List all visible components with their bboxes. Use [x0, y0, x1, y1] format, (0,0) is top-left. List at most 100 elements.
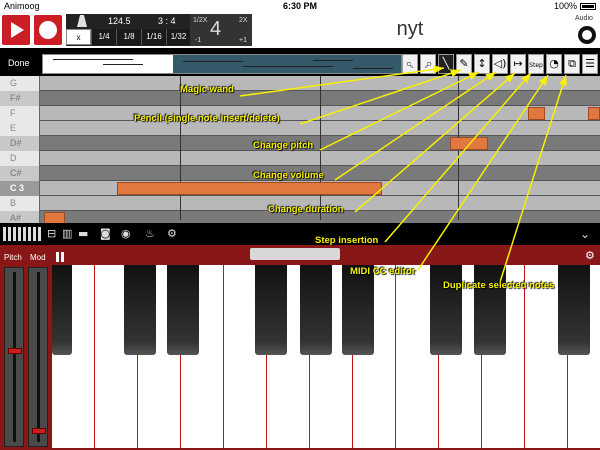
song-title[interactable]: nyt [380, 18, 440, 41]
black-key[interactable] [255, 265, 287, 355]
bar-line [180, 76, 181, 220]
split-icon[interactable]: ⊟ [47, 226, 56, 242]
black-key[interactable] [124, 265, 156, 355]
speed-plus-label[interactable]: +1 [239, 37, 247, 44]
battery-icon [580, 3, 596, 11]
overview-note [53, 59, 133, 60]
grid-button[interactable]: 1/16 [141, 29, 166, 45]
piano-roll-row[interactable]: E [0, 121, 600, 136]
keyboard-layout-icon[interactable] [3, 227, 43, 241]
mod-wheel[interactable] [28, 267, 48, 447]
annotation-label: MIDI CC editor [350, 266, 416, 277]
piano-roll-row[interactable]: F [0, 106, 600, 121]
change-volume-icon[interactable]: ◁) [492, 54, 508, 74]
row-key-label: F# [0, 91, 40, 106]
magic-wand-icon[interactable]: ╲ [438, 54, 454, 74]
grid-button[interactable]: x [66, 29, 91, 45]
grid-button[interactable]: 1/4 [91, 29, 116, 45]
folder-icon[interactable]: ▬ [78, 226, 88, 242]
pitch-wheel-track [13, 272, 16, 442]
change-duration-icon[interactable]: ↦ [510, 54, 526, 74]
keyboard-area: Pitch Mod ⚙ [0, 245, 600, 450]
piano-roll-row[interactable]: D [0, 151, 600, 166]
clock: 6:30 PM [282, 1, 317, 11]
step-insertion-icon[interactable]: Step [528, 54, 544, 74]
annotation-label: Step insertion [315, 235, 379, 246]
black-key[interactable] [342, 265, 374, 355]
annotation-label: Change pitch [253, 140, 314, 151]
midi-note[interactable] [450, 137, 488, 150]
record-loop-icon[interactable]: ◙ [100, 226, 111, 242]
step-insertion-icon-glyph: Step [529, 62, 543, 69]
battery-label: 100% [553, 1, 577, 11]
row-key-label: F [0, 106, 40, 121]
black-key[interactable] [474, 265, 506, 355]
overview-note [183, 61, 243, 62]
piano-keyboard[interactable] [52, 265, 600, 448]
piano-roll-row[interactable]: G [0, 76, 600, 91]
black-key[interactable] [558, 265, 590, 355]
overview-note [353, 68, 393, 69]
keyboard-settings-icon[interactable]: ⚙ [585, 249, 595, 262]
zoom-in-icon-glyph: 🔎︎ [424, 62, 432, 69]
change-pitch-icon[interactable]: ↕ [474, 54, 490, 74]
mod-wheel-thumb[interactable] [32, 428, 46, 434]
audio-toggle[interactable] [578, 26, 596, 44]
mod-wheel-label: Mod [30, 253, 46, 262]
zoom-out-icon-glyph: 🔍︎ [406, 62, 414, 69]
menu-icon[interactable]: ☰ [582, 54, 598, 74]
overview-note [103, 64, 143, 65]
record-button[interactable] [34, 15, 62, 45]
row-key-label: D [0, 151, 40, 166]
zoom-in-icon[interactable]: 🔎︎ [420, 54, 436, 74]
row-key-label: E [0, 121, 40, 136]
keyboard-scroll-handle[interactable] [250, 248, 340, 260]
midi-cc-icon[interactable]: ◔ [546, 54, 562, 74]
speed-value: 4 [210, 18, 222, 40]
overview-note [313, 60, 353, 61]
midi-note[interactable] [528, 107, 545, 120]
transport-bar: 124.5 3 : 4 x 1/4 1/8 1/16 1/32 1/2X 2X -1 +… [0, 12, 600, 48]
annotation-label: Duplicate selected notes [443, 280, 555, 291]
black-key[interactable] [167, 265, 199, 355]
tempo-value[interactable]: 124.5 [108, 16, 131, 26]
overview-view-window[interactable] [173, 55, 401, 73]
black-key[interactable] [300, 265, 332, 355]
collapse-icon[interactable]: ⌄ [580, 226, 590, 242]
black-key[interactable] [52, 265, 72, 355]
zoom-out-icon[interactable]: 🔍︎ [402, 54, 418, 74]
annotation-label: Change duration [268, 204, 344, 215]
row-key-label: B [0, 196, 40, 211]
pitch-wheel-label: Pitch [4, 253, 22, 262]
row-key-label: D# [0, 136, 40, 151]
arpeggiator-icon[interactable]: ♨ [145, 226, 155, 242]
midi-note[interactable] [117, 182, 382, 195]
pitch-wheel[interactable] [4, 267, 24, 447]
grid-button[interactable]: 1/8 [116, 29, 141, 45]
time-signature[interactable]: 3 : 4 [158, 16, 176, 26]
midi-note[interactable] [588, 107, 600, 120]
black-key[interactable] [430, 265, 462, 355]
song-overview[interactable] [42, 54, 402, 74]
bar-line [320, 76, 321, 220]
pitch-wheel-thumb[interactable] [8, 348, 22, 354]
editor-toolbar: Done 🔍︎ 🔎︎ ╲ ✎ ↕ ◁) ↦ Step ◔ ⧉ ☰ [0, 52, 600, 76]
row-key-label: G [0, 76, 40, 91]
done-button[interactable]: Done [8, 58, 30, 68]
half-speed-label[interactable]: 1/2X [193, 17, 207, 24]
grid-button[interactable]: 1/32 [166, 29, 190, 45]
row-key-label: C 3 [0, 181, 40, 196]
duplicate-icon[interactable]: ⧉ [564, 54, 580, 74]
pencil-icon[interactable]: ✎ [456, 54, 472, 74]
piano-roll-row[interactable]: F# [0, 91, 600, 106]
pause-icon[interactable] [56, 252, 64, 262]
audio-label: Audio [575, 15, 593, 22]
drum-pad-icon[interactable]: ▥ [62, 226, 72, 242]
double-speed-label[interactable]: 2X [239, 17, 248, 24]
play-button[interactable] [2, 15, 30, 45]
battery-indicator: 100% [554, 1, 596, 11]
gear-icon[interactable]: ⚙ [167, 226, 177, 242]
speed-minus-label[interactable]: -1 [195, 37, 201, 44]
annotation-label: Magic wand [180, 84, 234, 95]
eye-icon[interactable]: ◉ [121, 226, 131, 242]
